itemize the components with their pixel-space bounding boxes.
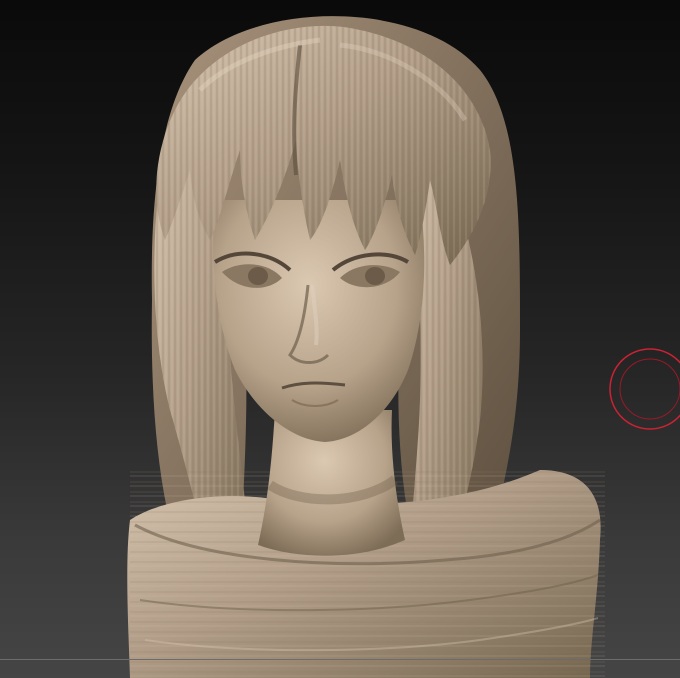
sculpt-viewport[interactable] (0, 0, 680, 678)
brush-cursor-icon (609, 348, 680, 430)
floor-grid-line (0, 659, 680, 660)
sculpt-model[interactable] (0, 0, 680, 678)
